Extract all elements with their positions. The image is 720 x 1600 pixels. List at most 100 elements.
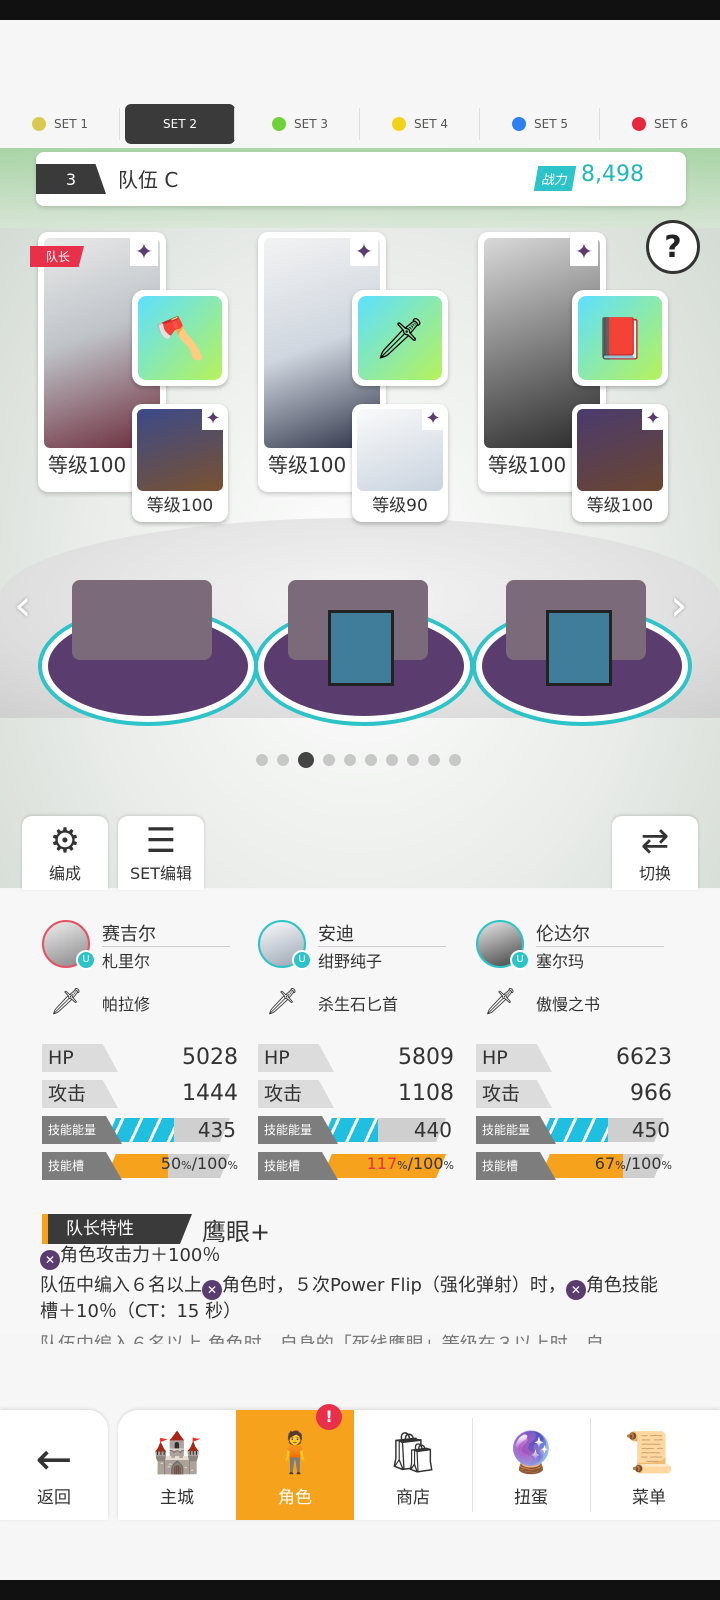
tab-set-2[interactable]: SET 2	[125, 104, 235, 144]
skill-energy-label: 技能能量	[42, 1116, 122, 1144]
formation-button[interactable]: ⚙ 编成	[22, 816, 108, 890]
weapon-name: 傲慢之书	[536, 995, 601, 1014]
nav-home[interactable]: 🏰 主城	[118, 1410, 236, 1520]
swap-icon: ⇄	[640, 821, 670, 861]
weapon-row[interactable]: 🗡 帕拉修	[50, 987, 250, 1017]
hp-label: HP	[42, 1044, 118, 1072]
weapon-icon: 🗡	[50, 987, 84, 1017]
sub-character-level: 等级100	[146, 496, 214, 516]
page-dot[interactable]	[323, 754, 335, 766]
skill-energy-value: 435	[197, 1118, 236, 1142]
nav-shop[interactable]: 🛍 商店	[354, 1410, 472, 1520]
gacha-orb-icon: 🔮	[506, 1430, 556, 1476]
hp-value: 5028	[182, 1045, 238, 1070]
power-value: 8,498	[581, 162, 644, 187]
book-icon	[328, 610, 394, 686]
hp-stat: HP 5809	[258, 1044, 454, 1072]
page-dot[interactable]	[449, 754, 461, 766]
pedestal-2	[258, 580, 470, 722]
weapon-slot-1[interactable]: 🪓	[132, 290, 228, 386]
attack-label: 攻击	[42, 1080, 118, 1108]
power-label: 战力	[533, 166, 577, 191]
menu-scroll-icon: 📜	[624, 1430, 674, 1476]
trait-line: 队伍中编入６名以上 ✕ 角色时，５次Power Flip（强化弹射）时， ✕ 角色技能槽…	[40, 1275, 658, 1322]
weapon-slot-3[interactable]: 📕	[572, 290, 668, 386]
nav-gacha[interactable]: 🔮 扭蛋	[472, 1410, 590, 1520]
tab-set-4[interactable]: SET 4	[360, 104, 480, 144]
character-name: 安迪	[318, 924, 354, 945]
tab-label: SET 5	[534, 117, 568, 131]
rarity-star-icon: ✦	[350, 238, 378, 266]
weapon-row[interactable]: 🗡 杀生石匕首	[266, 987, 466, 1017]
book-icon	[546, 610, 612, 686]
character-header[interactable]: U 安迪 绀野纯子	[258, 920, 458, 971]
tab-set-6[interactable]: SET 6	[600, 104, 720, 144]
dagger-icon: 🗡	[358, 296, 442, 380]
page-dot[interactable]	[344, 754, 356, 766]
leader-tag: 队长	[30, 246, 85, 267]
page-dot-active[interactable]	[298, 752, 314, 768]
pedestal-block	[72, 580, 212, 660]
tab-label: SET 1	[54, 117, 88, 131]
nav-character[interactable]: 🧍 角色 !	[236, 1404, 354, 1520]
skill-energy-stat: 技能能量 440	[258, 1116, 454, 1144]
set-color-dot	[32, 117, 46, 131]
rarity-star-icon: ✦	[422, 408, 444, 430]
sub-character-card-3[interactable]: ✦ 等级100	[572, 404, 668, 522]
hp-label: HP	[476, 1044, 552, 1072]
help-button[interactable]: ?	[646, 220, 700, 274]
weapon-row[interactable]: 🗡 傲慢之书	[484, 987, 684, 1017]
trait-line: ✕ 角色攻击力＋100％	[40, 1244, 672, 1270]
page-dot[interactable]	[277, 754, 289, 766]
weapon-slot-2[interactable]: 🗡	[352, 290, 448, 386]
subclass-badge-icon: U	[292, 950, 312, 970]
rarity-star-icon: ✦	[130, 238, 158, 266]
attack-stat: 攻击 1444	[42, 1080, 238, 1108]
castle-icon: 🏰	[152, 1430, 202, 1476]
page-dot[interactable]	[386, 754, 398, 766]
back-label: 返回	[37, 1488, 71, 1508]
set-edit-button[interactable]: ☰ SET编辑	[118, 816, 204, 890]
rarity-star-icon: ✦	[642, 408, 664, 430]
sub-character-card-1[interactable]: ✦ 等级100	[132, 404, 228, 522]
book-icon: 📕	[578, 296, 662, 380]
hp-value: 5809	[398, 1045, 454, 1070]
back-button[interactable]: ← 返回	[0, 1410, 108, 1520]
set-edit-label: SET编辑	[129, 864, 193, 883]
nav-label: 菜单	[632, 1488, 666, 1508]
skill-slot-stat: 技能槽 117%/100%	[258, 1152, 454, 1180]
element-icon: ✕	[40, 1250, 60, 1270]
chevron-right-icon[interactable]: ›	[670, 580, 688, 631]
skill-slot-stat: 技能槽 50%/100%	[42, 1152, 238, 1180]
tab-set-5[interactable]: SET 5	[480, 104, 600, 144]
page-dot[interactable]	[428, 754, 440, 766]
attack-value: 966	[630, 1081, 672, 1106]
tab-label: SET 4	[414, 117, 448, 131]
skill-slot-value: 50%/100%	[160, 1154, 238, 1173]
page-dot[interactable]	[407, 754, 419, 766]
team-header[interactable]: 3 队伍 C 战力 8,498	[36, 152, 686, 206]
hp-value: 6623	[616, 1045, 672, 1070]
page-dot[interactable]	[365, 754, 377, 766]
divider	[102, 946, 230, 947]
set-color-dot	[632, 117, 646, 131]
switch-button[interactable]: ⇄ 切换	[612, 816, 698, 890]
skill-energy-stat: 技能能量 450	[476, 1116, 672, 1144]
page-indicator	[256, 752, 461, 768]
attack-label: 攻击	[476, 1080, 552, 1108]
attack-label: 攻击	[258, 1080, 334, 1108]
nav-tabs: 🏰 主城 🧍 角色 ! 🛍 商店 🔮 扭蛋 📜 菜单	[118, 1404, 720, 1520]
attack-stat: 攻击 1108	[258, 1080, 454, 1108]
sub-character-card-2[interactable]: ✦ 等级90	[352, 404, 448, 522]
switch-label: 切换	[638, 864, 671, 883]
formation-label: 编成	[48, 864, 81, 883]
tab-set-3[interactable]: SET 3	[240, 104, 360, 144]
character-header[interactable]: U 伦达尔 塞尔玛	[476, 920, 676, 971]
chevron-left-icon[interactable]: ‹	[14, 580, 32, 631]
tab-set-1[interactable]: SET 1	[0, 104, 120, 144]
nav-menu[interactable]: 📜 菜单	[590, 1410, 708, 1520]
skill-energy-label: 技能能量	[476, 1116, 556, 1144]
character-header[interactable]: U 赛吉尔 札里尔	[42, 920, 242, 971]
page-dot[interactable]	[256, 754, 268, 766]
hp-stat: HP 5028	[42, 1044, 238, 1072]
